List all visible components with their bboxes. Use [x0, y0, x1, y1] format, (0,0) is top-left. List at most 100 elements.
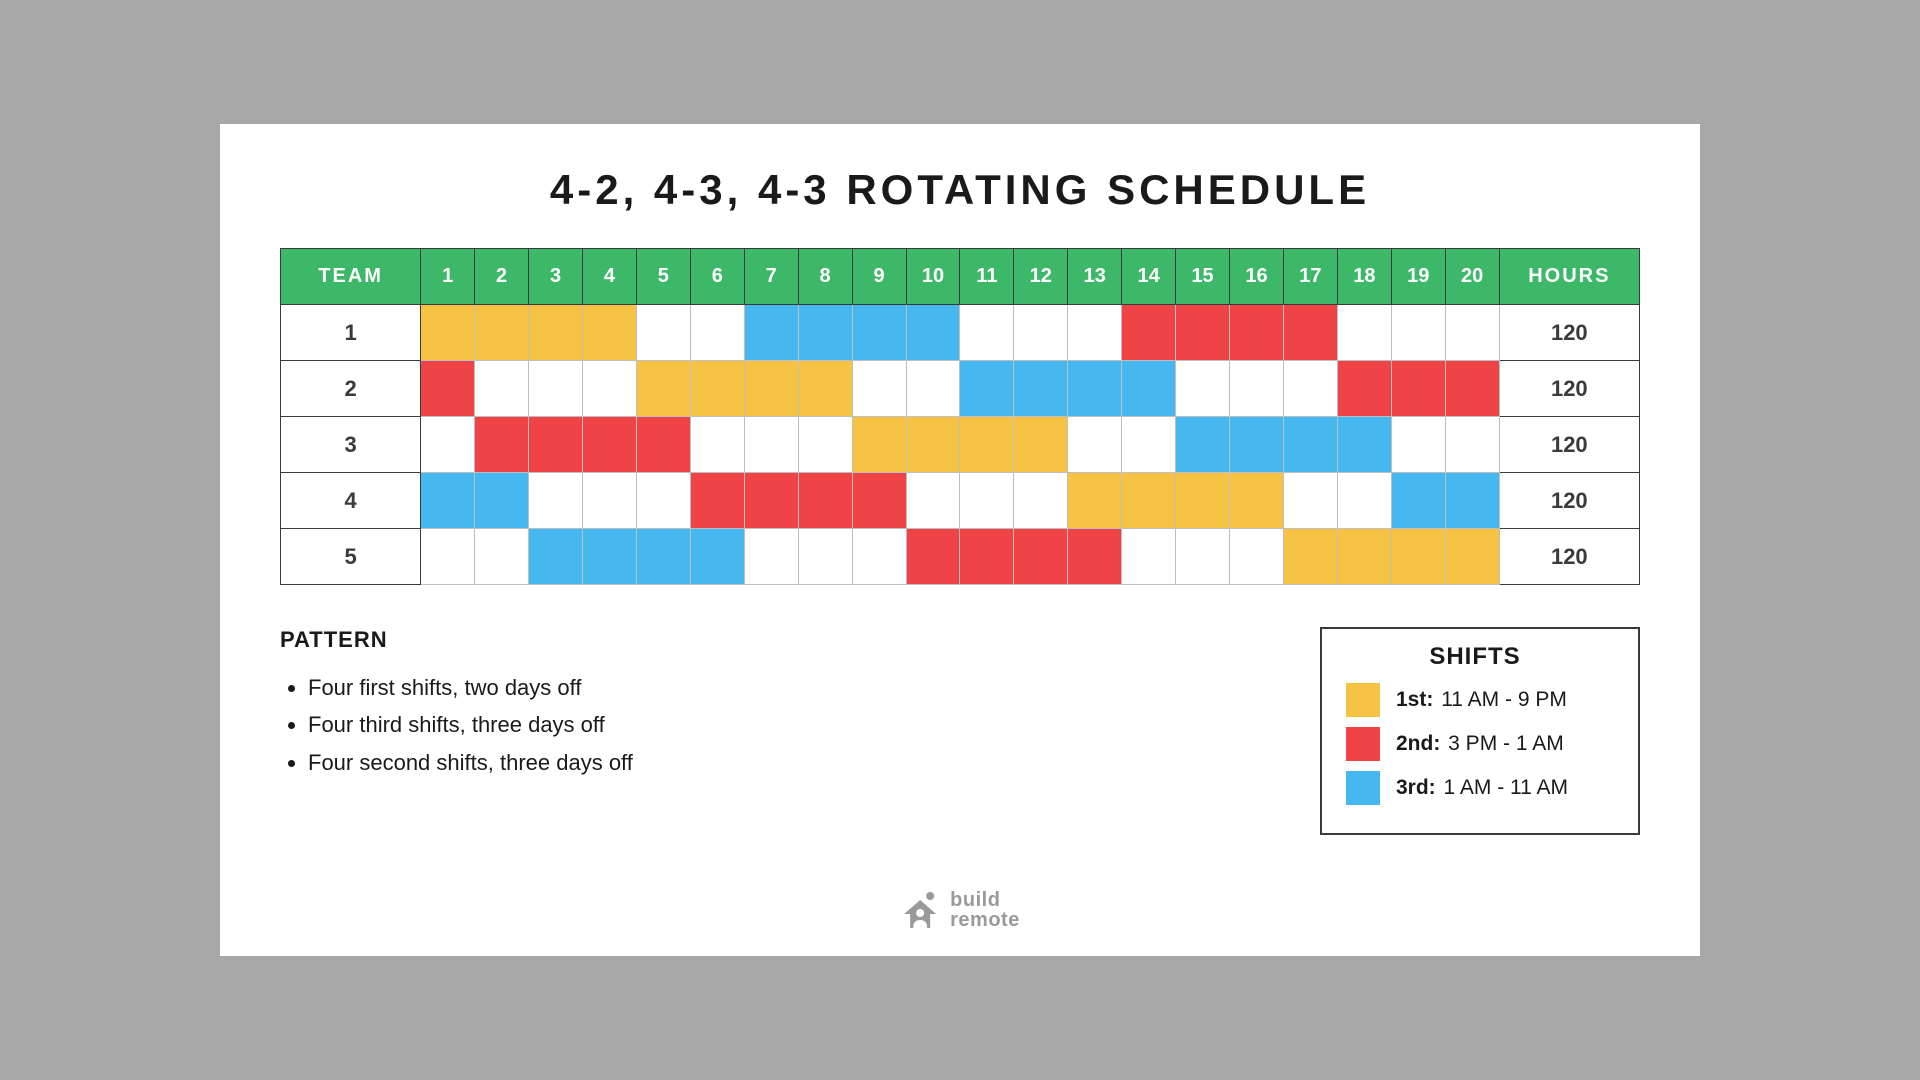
table-row: 4120 — [281, 473, 1640, 529]
document-frame: 4-2, 4-3, 4-3 ROTATING SCHEDULE TEAM1234… — [220, 124, 1700, 956]
hours-cell: 120 — [1499, 361, 1639, 417]
legend-label: 1st: 11 AM - 9 PM — [1396, 688, 1567, 712]
col-header-day: 1 — [421, 249, 475, 305]
brand-text: build remote — [950, 890, 1020, 930]
shift-cell — [852, 417, 906, 473]
shift-cell — [582, 361, 636, 417]
shift-cell — [798, 529, 852, 585]
table-row: 5120 — [281, 529, 1640, 585]
legend-swatch — [1346, 683, 1380, 717]
shift-cell — [1014, 361, 1068, 417]
shift-cell — [1283, 473, 1337, 529]
legend-row: 3rd: 1 AM - 11 AM — [1346, 771, 1604, 805]
shift-cell — [1337, 473, 1391, 529]
col-header-day: 8 — [798, 249, 852, 305]
shift-cell — [690, 473, 744, 529]
shift-cell — [1230, 473, 1284, 529]
shift-cell — [636, 305, 690, 361]
shift-cell — [1068, 417, 1122, 473]
shift-cell — [852, 361, 906, 417]
col-header-day: 17 — [1283, 249, 1337, 305]
shift-cell — [636, 473, 690, 529]
list-item: Four third shifts, three days off — [308, 706, 633, 743]
shift-cell — [529, 529, 583, 585]
shift-cell — [475, 473, 529, 529]
shift-cell — [906, 529, 960, 585]
table-row: 2 120 — [281, 361, 1640, 417]
shift-cell — [690, 529, 744, 585]
shift-cell — [690, 417, 744, 473]
list-item: Four second shifts, three days off — [308, 744, 633, 781]
shift-cell — [636, 529, 690, 585]
brand-logo: build remote — [900, 890, 1020, 930]
shift-cell — [636, 417, 690, 473]
col-header-day: 19 — [1391, 249, 1445, 305]
shift-cell — [960, 361, 1014, 417]
shift-cell — [960, 417, 1014, 473]
shift-cell — [906, 473, 960, 529]
legend-swatch — [1346, 771, 1380, 805]
shift-cell — [1122, 361, 1176, 417]
shift-cell — [744, 473, 798, 529]
shift-cell — [1014, 529, 1068, 585]
table-row: 1120 — [281, 305, 1640, 361]
col-header-day: 2 — [475, 249, 529, 305]
shift-cell — [1283, 305, 1337, 361]
shift-cell — [852, 473, 906, 529]
shift-cell — [636, 361, 690, 417]
legend-label: 2nd: 3 PM - 1 AM — [1396, 732, 1564, 756]
shift-cell — [1122, 417, 1176, 473]
shift-cell — [1176, 417, 1230, 473]
shift-cell — [1391, 305, 1445, 361]
shift-cell — [852, 305, 906, 361]
brand-line2: remote — [950, 910, 1020, 930]
col-header-day: 4 — [582, 249, 636, 305]
shift-cell — [1337, 417, 1391, 473]
hours-cell: 120 — [1499, 529, 1639, 585]
shift-cell — [690, 361, 744, 417]
col-header-day: 3 — [529, 249, 583, 305]
shift-cell — [475, 417, 529, 473]
table-row: 3120 — [281, 417, 1640, 473]
shift-cell — [1283, 417, 1337, 473]
shift-cell — [1337, 361, 1391, 417]
shift-cell — [475, 361, 529, 417]
legend-row: 2nd: 3 PM - 1 AM — [1346, 727, 1604, 761]
shift-cell — [421, 305, 475, 361]
schedule-table: TEAM1234567891011121314151617181920HOURS… — [280, 248, 1640, 585]
shift-cell — [1122, 529, 1176, 585]
pattern-block: PATTERN Four first shifts, two days offF… — [280, 627, 633, 781]
shift-cell — [906, 305, 960, 361]
shift-cell — [1230, 417, 1284, 473]
shift-cell — [744, 529, 798, 585]
shift-cell — [1014, 473, 1068, 529]
shift-cell — [1445, 305, 1499, 361]
col-header-team: TEAM — [281, 249, 421, 305]
shift-cell — [1337, 305, 1391, 361]
bottom-section: PATTERN Four first shifts, two days offF… — [280, 627, 1640, 835]
shift-cell — [1068, 361, 1122, 417]
shift-cell — [421, 529, 475, 585]
shift-cell — [960, 473, 1014, 529]
col-header-day: 15 — [1176, 249, 1230, 305]
shift-cell — [906, 361, 960, 417]
shift-cell — [1337, 529, 1391, 585]
shift-cell — [582, 473, 636, 529]
shift-cell — [1122, 473, 1176, 529]
shift-cell — [1391, 361, 1445, 417]
shift-cell — [1176, 529, 1230, 585]
shift-cell — [475, 305, 529, 361]
shift-cell — [1230, 305, 1284, 361]
shift-cell — [1014, 417, 1068, 473]
col-header-day: 20 — [1445, 249, 1499, 305]
shift-cell — [421, 473, 475, 529]
shift-cell — [852, 529, 906, 585]
shift-cell — [1283, 361, 1337, 417]
team-cell: 2 — [281, 361, 421, 417]
table-header-row: TEAM1234567891011121314151617181920HOURS — [281, 249, 1640, 305]
brand-line1: build — [950, 890, 1020, 910]
pattern-heading: PATTERN — [280, 627, 633, 653]
col-header-day: 7 — [744, 249, 798, 305]
shift-cell — [1230, 529, 1284, 585]
shift-cell — [744, 417, 798, 473]
